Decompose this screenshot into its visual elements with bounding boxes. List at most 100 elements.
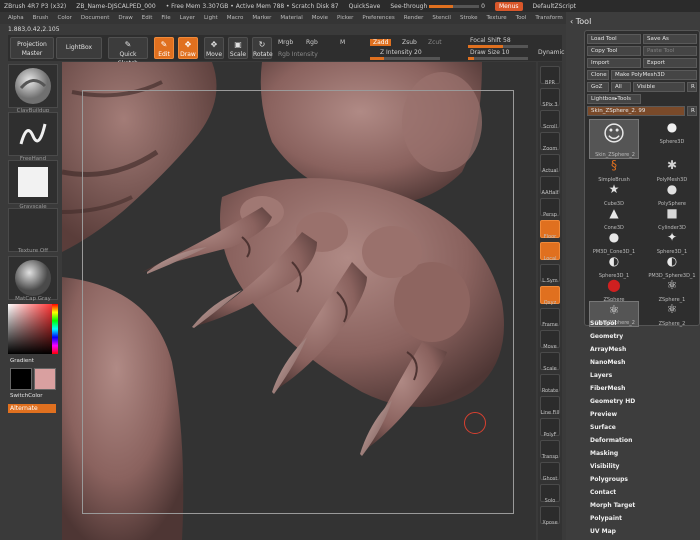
tool-thumbnail[interactable]: ◐ PM3D_Sphere3D_1 (647, 253, 697, 279)
edit-button[interactable]: ✎ Edit (154, 37, 174, 59)
rotate-button[interactable]: ↻ Rotate (252, 37, 273, 59)
subpalette-fibermesh[interactable]: FiberMesh (590, 385, 625, 392)
subpalette-deformation[interactable]: Deformation (590, 437, 632, 444)
tool-thumbnail[interactable]: ✱ PolyMesh3D (647, 157, 697, 183)
export-button[interactable]: Export (643, 58, 697, 68)
color-picker-square[interactable] (8, 304, 58, 354)
goz-button[interactable]: GoZ (587, 82, 609, 92)
rgb-toggle[interactable]: Rgb (306, 39, 318, 46)
goz-all-button[interactable]: All (611, 82, 631, 92)
zcut-toggle[interactable]: Zcut (428, 39, 442, 46)
goz-r-button[interactable]: R (687, 82, 697, 92)
alternate-button[interactable]: Alternate (8, 404, 56, 413)
tool-thumbnail[interactable]: ▲ Cone3D (589, 205, 639, 231)
tool-thumbnail[interactable]: § SimpleBrush (589, 157, 639, 183)
tool-thumbnail[interactable]: ✦ Sphere3D_1 (647, 229, 697, 255)
dynamic-toggle[interactable]: Dynamic (538, 49, 564, 56)
save-as-button[interactable]: Save As (643, 34, 697, 44)
subpalette-contact[interactable]: Contact (590, 489, 616, 496)
lightbox-tools-button[interactable]: Lightbox▸Tools (587, 94, 641, 104)
menus-button[interactable]: Menus (494, 1, 523, 11)
move-button[interactable]: ✥ Move (204, 37, 224, 59)
lightbox-button[interactable]: LightBox (56, 37, 102, 59)
gradient-toggle[interactable]: Gradient (8, 358, 58, 364)
menu-movie[interactable]: Movie (312, 15, 328, 21)
menu-picker[interactable]: Picker (337, 15, 353, 21)
import-button[interactable]: Import (587, 58, 641, 68)
paste-tool-button[interactable]: Paste Tool (643, 46, 697, 56)
menu-marker[interactable]: Marker (252, 15, 271, 21)
default-zscript-button[interactable]: DefaultZScript (533, 3, 576, 10)
subpalette-geometry-hd[interactable]: Geometry HD (590, 398, 635, 405)
subpalette-nanomesh[interactable]: NanoMesh (590, 359, 625, 366)
tool-thumbnail[interactable]: ■ Cylinder3D (647, 205, 697, 231)
tool-thumbnail[interactable]: ● PolySphere (647, 181, 697, 207)
subpalette-preview[interactable]: Preview (590, 411, 617, 418)
projection-master-button[interactable]: Projection Master (10, 37, 54, 59)
hue-strip[interactable] (52, 304, 58, 354)
tool-thumbnail[interactable]: ⬤ ZSphere (589, 277, 639, 303)
tool-thumbnail[interactable]: ⚛ ZSphere_1 (647, 277, 697, 303)
main-color-swatch[interactable] (10, 368, 32, 390)
menu-light[interactable]: Light (204, 15, 218, 21)
goz-visible-button[interactable]: Visible (633, 82, 685, 92)
stroke-selector[interactable] (8, 112, 58, 156)
clone-button[interactable]: Clone (587, 70, 609, 80)
secondary-color-swatch[interactable] (34, 368, 56, 390)
zsub-toggle[interactable]: Zsub (402, 39, 417, 46)
tool-palette-header[interactable]: ‹ Tool (570, 17, 591, 26)
material-selector[interactable] (8, 256, 58, 300)
brush-selector[interactable] (8, 64, 58, 108)
menu-material[interactable]: Material (280, 15, 302, 21)
draw-size-slider[interactable] (468, 57, 528, 60)
menu-render[interactable]: Render (404, 15, 424, 21)
tool-thumbnail[interactable]: ☺ Skin_ZSphere_2 (589, 119, 639, 159)
make-polymesh-button[interactable]: Make PolyMesh3D (611, 70, 697, 80)
menu-preferences[interactable]: Preferences (362, 15, 394, 21)
menu-stroke[interactable]: Stroke (460, 15, 478, 21)
subpalette-visibility[interactable]: Visibility (590, 463, 619, 470)
menu-macro[interactable]: Macro (227, 15, 244, 21)
subpalette-uv-map[interactable]: UV Map (590, 528, 616, 535)
subpalette-geometry[interactable]: Geometry (590, 333, 623, 340)
subpalette-surface[interactable]: Surface (590, 424, 616, 431)
subpalette-subtool[interactable]: SubTool (590, 320, 616, 327)
current-tool-slider[interactable]: Skin_ZSphere_2. 99 (587, 106, 685, 116)
menu-color[interactable]: Color (58, 15, 72, 21)
subpalette-morph-target[interactable]: Morph Target (590, 502, 635, 509)
load-tool-button[interactable]: Load Tool (587, 34, 641, 44)
menu-tool[interactable]: Tool (516, 15, 527, 21)
tool-thumbnail[interactable]: ● PM3D_Cone3D_1 (589, 229, 639, 255)
subpalette-layers[interactable]: Layers (590, 372, 612, 379)
see-through-slider[interactable] (429, 4, 480, 8)
subpalette-masking[interactable]: Masking (590, 450, 618, 457)
quicksave-button[interactable]: QuickSave (349, 3, 381, 10)
menu-brush[interactable]: Brush (33, 15, 49, 21)
menu-file[interactable]: File (161, 15, 170, 21)
menu-layer[interactable]: Layer (180, 15, 195, 21)
menu-draw[interactable]: Draw (118, 15, 132, 21)
subpalette-arraymesh[interactable]: ArrayMesh (590, 346, 626, 353)
menu-texture[interactable]: Texture (487, 15, 507, 21)
quick-sketch-button[interactable]: ✎Quick Sketch (108, 37, 148, 67)
scale-button[interactable]: ▣ Scale (228, 37, 248, 59)
alpha-selector[interactable] (8, 160, 58, 204)
current-tool-r-button[interactable]: R (687, 106, 697, 116)
tool-thumbnail[interactable]: ◐ Sphere3D_1 (589, 253, 639, 279)
rgb-intensity-slider[interactable]: Rgb Intensity (278, 51, 318, 58)
see-through-control[interactable]: See-through 0 (390, 3, 485, 10)
z-intensity-slider[interactable] (370, 57, 440, 60)
copy-tool-button[interactable]: Copy Tool (587, 46, 641, 56)
menu-transform[interactable]: Transform (535, 15, 562, 21)
subpalette-polypaint[interactable]: Polypaint (590, 515, 622, 522)
tool-thumbnail[interactable]: ⚛ ZSphere_2 (647, 301, 697, 327)
menu-stencil[interactable]: Stencil (432, 15, 451, 21)
draw-button[interactable]: ✥ Draw (178, 37, 198, 59)
zadd-toggle[interactable]: Zadd (370, 39, 392, 46)
menu-document[interactable]: Document (81, 15, 110, 21)
subpalette-polygroups[interactable]: Polygroups (590, 476, 628, 483)
mrgb-toggle[interactable]: Mrgb (278, 39, 293, 46)
m-toggle[interactable]: M (340, 39, 345, 46)
menu-alpha[interactable]: Alpha (8, 15, 24, 21)
switch-color-button[interactable]: SwitchColor (8, 393, 58, 399)
